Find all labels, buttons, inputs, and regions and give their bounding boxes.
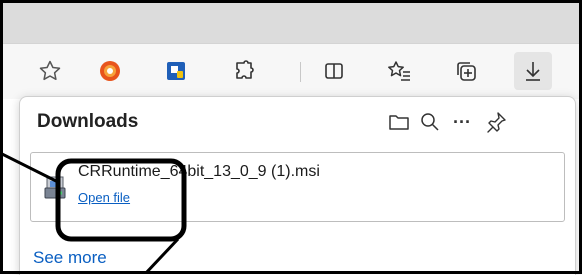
screenshot-border — [0, 0, 582, 274]
